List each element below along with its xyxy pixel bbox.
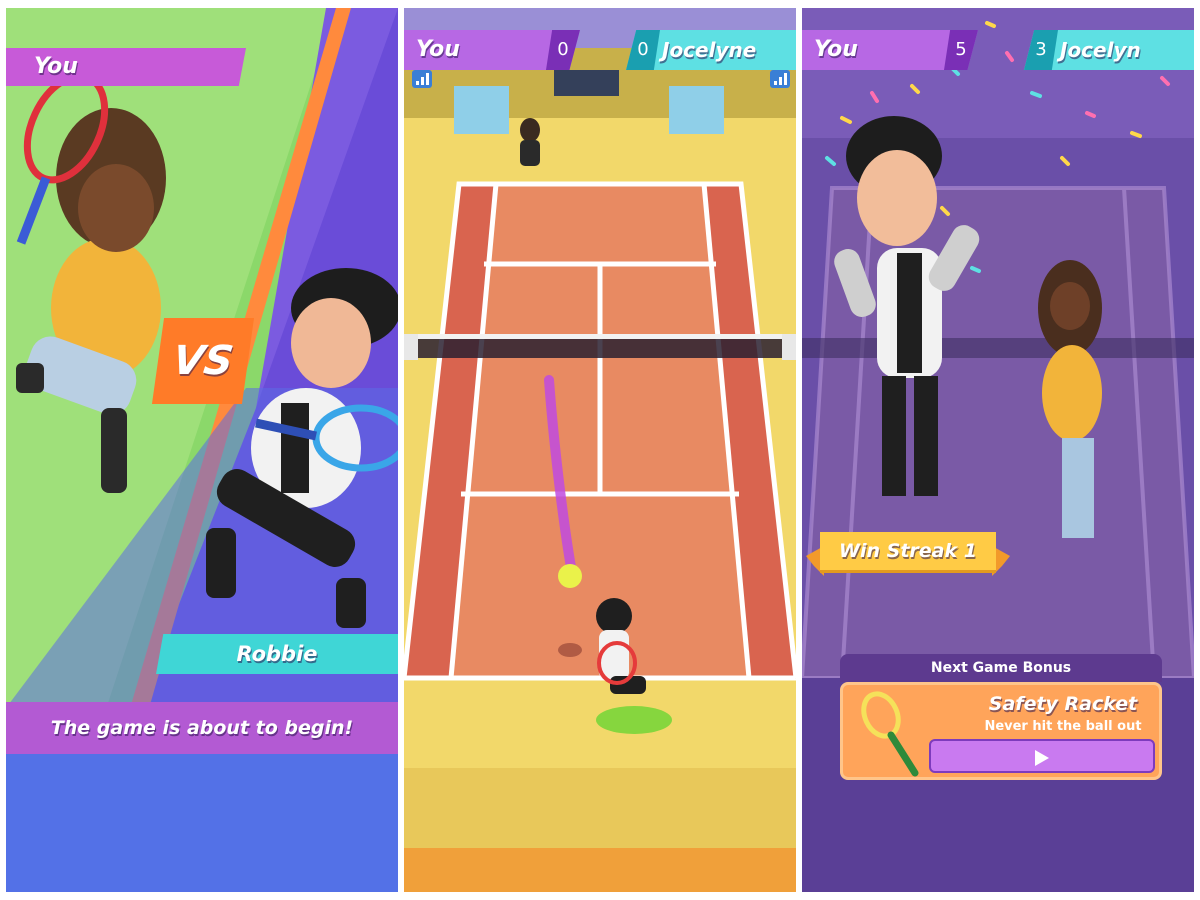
win-streak-banner: Win Streak 1 [820,532,996,570]
opponent-label: Jocelyne [662,38,757,62]
intro-background [6,8,398,892]
player-name-tag: You [6,48,246,86]
play-icon [1035,750,1049,766]
tennis-court-scene[interactable] [404,8,796,892]
stadium-screen-left [454,86,509,134]
bonus-card: Safety Racket Never hit the ball out [840,682,1162,780]
player-label: You [416,37,460,62]
match-screen: You 0 0 Jocelyne [404,8,796,892]
opponent-scorecard: 0 Jocelyne [626,30,796,70]
watch-video-button[interactable] [929,739,1155,773]
scoreboard-display [554,70,619,96]
opponent-scorecard: 3 Jocelyn [1024,30,1194,70]
vs-badge: VS [151,318,255,404]
bonus-name: Safety Racket [988,693,1138,715]
intro-screen: You VS Robbie The game is about to begin… [6,8,398,892]
tennis-net [404,334,796,360]
opponent-avatar [520,118,540,166]
player-signal-icon [412,70,432,88]
player-scorecard: You 5 [802,30,978,70]
opponent-name-tag: Robbie [156,634,398,674]
game-start-banner: The game is about to begin! [6,702,398,754]
player-label: You [814,37,858,62]
player-scorecard: You 0 [404,30,580,70]
racket-icon [861,691,919,777]
tennis-ball [558,564,582,588]
bonus-description: Never hit the ball out [984,719,1142,734]
opponent-signal-icon [770,70,790,88]
bonus-header: Next Game Bonus [840,654,1162,682]
ball-shadow [558,643,582,657]
result-screen: You 5 3 Jocelyn Win Streak 1 Next Game B… [802,8,1194,892]
opponent-label: Jocelyn [1060,38,1141,62]
stadium-screen-right [669,86,724,134]
